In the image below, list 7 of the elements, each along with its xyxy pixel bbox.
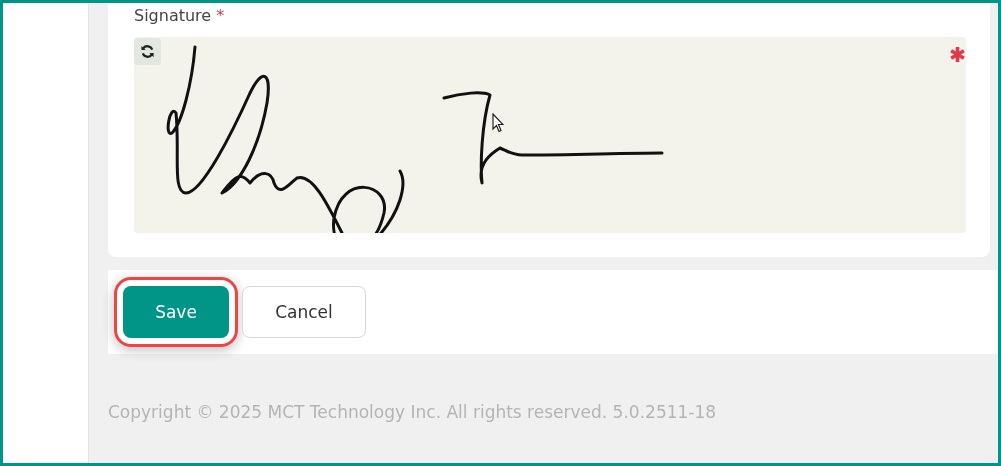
cursor-icon [492,113,504,133]
cancel-button[interactable]: Cancel [242,286,366,338]
signature-pad[interactable] [134,37,966,233]
copyright-text: Copyright © 2025 MCT Technology Inc. All rights reserved. 5.0.2511-18 [108,401,717,422]
refresh-icon [140,44,155,59]
signature-label: Signature * [134,5,226,27]
refresh-button[interactable] [134,38,161,65]
